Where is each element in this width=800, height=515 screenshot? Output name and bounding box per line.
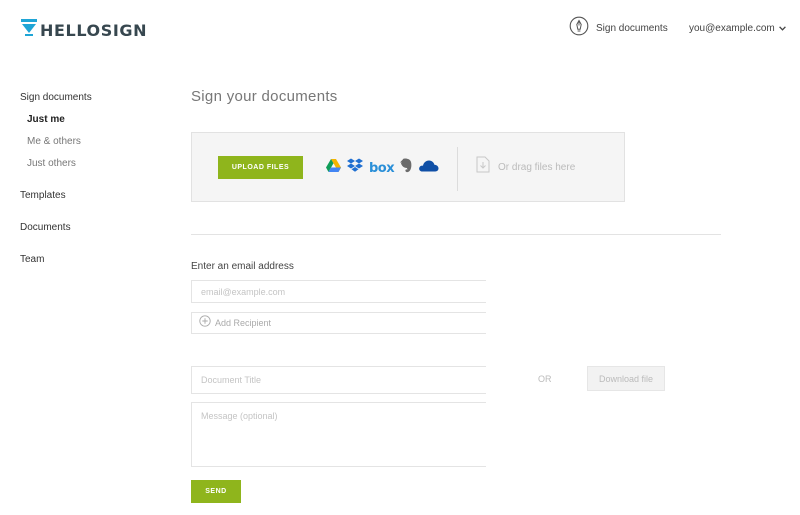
sidebar-item-team[interactable]: Team [20,254,44,265]
or-label: OR [538,374,552,384]
chevron-down-icon [778,23,786,34]
hellosign-logo-icon [21,19,37,41]
drag-files-label: Or drag files here [498,161,576,173]
onedrive-icon[interactable] [418,159,439,177]
sidebar-item-just-others[interactable]: Just others [27,158,76,169]
file-drop-icon [476,156,490,178]
sidebar-item-just-me[interactable]: Just me [27,114,65,125]
email-section-label: Enter an email address [191,261,294,272]
sidebar-item-templates[interactable]: Templates [20,190,66,201]
user-menu[interactable]: you@example.com [689,17,786,39]
header-sign-documents-link[interactable]: Sign documents [569,16,668,41]
page-title: Sign your documents [191,88,338,105]
upload-divider [457,147,458,191]
google-drive-icon[interactable] [326,159,341,177]
email-field[interactable] [191,280,486,303]
document-title-field[interactable] [191,366,486,394]
header-sign-documents-label: Sign documents [596,22,668,34]
sidebar-item-sign-documents[interactable]: Sign documents [20,92,92,103]
hellosign-logo[interactable]: HELLOSIGN [21,19,147,41]
dropbox-icon[interactable] [347,158,363,178]
send-button[interactable]: SEND [191,480,241,503]
brand-name: HELLOSIGN [40,20,148,40]
sidebar-item-documents[interactable]: Documents [20,222,71,233]
upload-files-button[interactable]: UPLOAD FILES [218,156,303,179]
pen-circle-icon [569,16,589,41]
message-field[interactable] [191,402,486,467]
upload-panel: UPLOAD FILES box Or drag files here [191,132,625,202]
plus-circle-icon [199,314,211,332]
evernote-icon[interactable] [400,158,412,178]
add-recipient-label: Add Recipient [215,318,272,328]
sidebar-item-me-and-others[interactable]: Me & others [27,136,81,147]
cloud-services: box [326,158,439,178]
add-recipient-button[interactable]: Add Recipient [191,312,486,334]
download-file-button[interactable]: Download file [587,366,665,391]
section-divider [191,234,721,235]
user-email: you@example.com [689,22,775,34]
box-icon[interactable]: box [369,162,395,175]
drag-drop-zone[interactable]: Or drag files here [476,156,576,178]
